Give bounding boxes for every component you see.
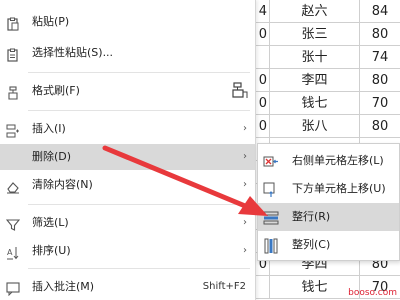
menu-item-label: 插入(I): [32, 122, 66, 135]
menu-separator: [28, 110, 250, 111]
table-cell[interactable]: 80: [360, 69, 400, 92]
submenu-item-label: 下方单元格上移(U): [292, 182, 386, 195]
submenu-item-label: 整行(R): [292, 210, 331, 223]
filter-icon: [5, 216, 21, 231]
menu-item-insert-comment[interactable]: 插入批注(M) Shift+F2: [0, 274, 256, 300]
format-painter-quick-icon[interactable]: [230, 82, 248, 100]
shortcut-label: Shift+F2: [202, 281, 246, 292]
menu-item-label: 排序(U): [32, 244, 71, 257]
chevron-right-icon: ›: [243, 245, 247, 256]
submenu-item-shift-up[interactable]: 下方单元格上移(U): [258, 175, 399, 203]
menu-item-paste-special[interactable]: 选择性粘贴(S)...: [0, 40, 256, 66]
watermark: booso.com: [348, 288, 397, 298]
menu-item-label: 格式刷(F): [32, 84, 80, 97]
table-row: 0 张八 80: [250, 115, 400, 138]
delete-submenu: 右侧单元格左移(L) 下方单元格上移(U) 整行(R) 整列(C): [257, 143, 400, 261]
menu-item-label: 删除(D): [32, 150, 72, 163]
table-row: 0 钱七 70: [250, 92, 400, 115]
submenu-item-entire-row[interactable]: 整行(R): [258, 203, 399, 231]
menu-item-paste[interactable]: 粘贴(P): [0, 9, 256, 35]
menu-separator: [28, 204, 250, 205]
paste-special-icon: [6, 46, 20, 62]
chevron-right-icon: ›: [243, 151, 247, 162]
shift-cells-up-icon: [263, 181, 279, 197]
submenu-item-label: 右侧单元格左移(L): [292, 154, 384, 167]
menu-item-insert[interactable]: 插入(I) ›: [0, 116, 256, 142]
menu-item-format-painter[interactable]: 格式刷(F): [0, 78, 256, 104]
eraser-icon: [6, 178, 20, 194]
table-cell[interactable]: 钱七: [270, 92, 360, 115]
menu-separator: [28, 72, 250, 73]
table-cell[interactable]: 80: [360, 115, 400, 138]
entire-column-icon: [263, 237, 279, 254]
table-row: 张十 74: [250, 46, 400, 69]
menu-item-label: 粘贴(P): [32, 15, 70, 28]
chevron-right-icon: ›: [243, 179, 247, 190]
table-cell[interactable]: 张三: [270, 23, 360, 46]
table-cell[interactable]: 张十: [270, 46, 360, 69]
table-row: 4 赵六 84: [250, 0, 400, 23]
menu-separator: [28, 268, 250, 269]
table-cell[interactable]: 80: [360, 23, 400, 46]
chevron-right-icon: ›: [243, 123, 247, 134]
comment-icon: [6, 280, 20, 297]
menu-item-sort[interactable]: A 排序(U) ›: [0, 238, 256, 264]
table-row: 0 张三 80: [250, 23, 400, 46]
entire-row-icon: [263, 209, 279, 225]
shift-cells-left-icon: [263, 153, 279, 169]
sort-icon: A: [6, 244, 20, 260]
context-menu: 粘贴(P) 选择性粘贴(S)... 格式刷(F) 插入(I) › 删除(D) ›…: [0, 0, 256, 300]
menu-item-label: 筛选(L): [32, 216, 69, 229]
menu-item-clear-contents[interactable]: 清除内容(N) ›: [0, 172, 256, 198]
menu-item-delete[interactable]: 删除(D) ›: [0, 144, 256, 170]
table-cell[interactable]: 钱七: [270, 276, 360, 299]
table-row: 0 李四 80: [250, 69, 400, 92]
svg-text:A: A: [7, 248, 13, 257]
chevron-right-icon: ›: [243, 217, 247, 228]
submenu-item-shift-left[interactable]: 右侧单元格左移(L): [258, 147, 399, 175]
table-cell[interactable]: 70: [360, 92, 400, 115]
paste-icon: [6, 15, 20, 31]
table-cell[interactable]: 李四: [270, 69, 360, 92]
menu-item-label: 清除内容(N): [32, 178, 93, 191]
insert-icon: [6, 122, 20, 138]
submenu-item-entire-column[interactable]: 整列(C): [258, 231, 399, 259]
table-cell[interactable]: 赵六: [270, 0, 360, 23]
menu-item-filter[interactable]: 筛选(L) ›: [0, 210, 256, 236]
submenu-item-label: 整列(C): [292, 238, 331, 251]
menu-item-label: 插入批注(M): [32, 280, 95, 293]
format-painter-icon: [6, 84, 20, 100]
table-cell[interactable]: 张八: [270, 115, 360, 138]
menu-item-label: 选择性粘贴(S)...: [32, 46, 114, 59]
table-cell[interactable]: 74: [360, 46, 400, 69]
table-cell[interactable]: 84: [360, 0, 400, 23]
